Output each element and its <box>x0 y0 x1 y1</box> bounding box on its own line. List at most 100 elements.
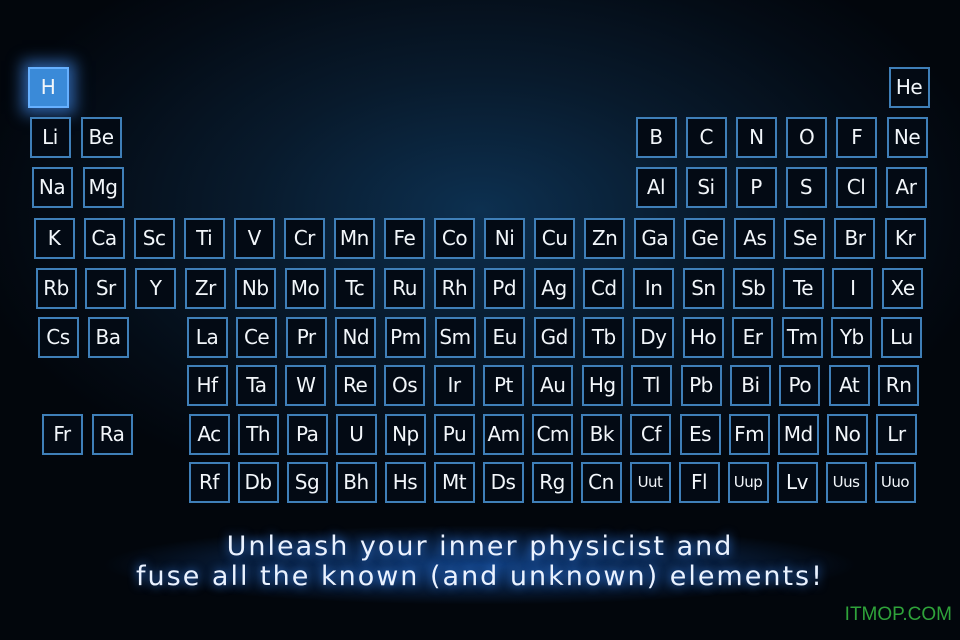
element-tile-rg[interactable]: Rg <box>531 461 573 503</box>
element-tile-ne[interactable]: Ne <box>886 116 928 158</box>
element-tile-v[interactable]: V <box>233 217 275 259</box>
element-tile-ag[interactable]: Ag <box>533 267 575 309</box>
element-tile-ac[interactable]: Ac <box>188 413 230 455</box>
element-tile-rh[interactable]: Rh <box>433 267 475 309</box>
element-tile-ru[interactable]: Ru <box>384 267 426 309</box>
element-tile-fm[interactable]: Fm <box>728 413 770 455</box>
element-tile-pu[interactable]: Pu <box>434 413 475 455</box>
element-tile-uus[interactable]: Uus <box>825 461 867 503</box>
element-tile-as[interactable]: As <box>734 217 776 259</box>
element-tile-th[interactable]: Th <box>237 413 279 455</box>
element-tile-sg[interactable]: Sg <box>286 461 328 503</box>
element-tile-te[interactable]: Te <box>782 267 824 309</box>
element-tile-ti[interactable]: Ti <box>183 217 225 259</box>
element-tile-ds[interactable]: Ds <box>482 461 524 503</box>
element-tile-nb[interactable]: Nb <box>234 267 276 309</box>
element-tile-md[interactable]: Md <box>777 413 819 455</box>
element-tile-uup[interactable]: Uup <box>727 461 769 503</box>
element-tile-al[interactable]: Al <box>635 166 677 208</box>
element-tile-ga[interactable]: Ga <box>634 217 676 259</box>
element-tile-s[interactable]: S <box>785 166 827 208</box>
element-tile-c[interactable]: C <box>685 116 727 158</box>
element-tile-tm[interactable]: Tm <box>781 316 823 358</box>
element-tile-bh[interactable]: Bh <box>335 461 377 503</box>
element-tile-u[interactable]: U <box>335 413 377 455</box>
element-tile-am[interactable]: Am <box>483 413 525 455</box>
element-tile-cm[interactable]: Cm <box>532 413 574 455</box>
element-tile-sm[interactable]: Sm <box>434 316 476 358</box>
element-tile-sc[interactable]: Sc <box>133 217 175 259</box>
element-tile-np[interactable]: Np <box>384 413 426 455</box>
element-tile-uuo[interactable]: Uuo <box>874 461 916 503</box>
element-tile-co[interactable]: Co <box>433 217 475 259</box>
element-tile-ar[interactable]: Ar <box>885 166 927 208</box>
element-tile-rf[interactable]: Rf <box>188 461 230 503</box>
element-tile-ge[interactable]: Ge <box>684 217 726 259</box>
element-tile-zr[interactable]: Zr <box>184 267 226 309</box>
element-tile-es[interactable]: Es <box>679 413 721 455</box>
element-tile-cs[interactable]: Cs <box>37 316 79 358</box>
element-tile-pb[interactable]: Pb <box>680 364 722 406</box>
element-tile-fe[interactable]: Fe <box>383 217 425 259</box>
element-tile-in[interactable]: In <box>633 267 675 309</box>
element-tile-cn[interactable]: Cn <box>580 461 622 503</box>
element-tile-po[interactable]: Po <box>779 364 821 406</box>
element-tile-zn[interactable]: Zn <box>584 217 626 259</box>
element-tile-db[interactable]: Db <box>237 461 279 503</box>
element-tile-pm[interactable]: Pm <box>384 316 426 358</box>
element-tile-ta[interactable]: Ta <box>235 364 277 406</box>
element-tile-er[interactable]: Er <box>732 316 774 358</box>
element-tile-f[interactable]: F <box>836 116 878 158</box>
element-tile-nd[interactable]: Nd <box>335 316 377 358</box>
element-tile-y[interactable]: Y <box>135 267 177 309</box>
element-tile-fr[interactable]: Fr <box>41 413 83 455</box>
element-tile-tl[interactable]: Tl <box>631 364 673 406</box>
element-tile-ni[interactable]: Ni <box>484 217 526 259</box>
element-tile-au[interactable]: Au <box>532 364 574 406</box>
element-tile-b[interactable]: B <box>635 116 677 158</box>
element-tile-pt[interactable]: Pt <box>482 364 524 406</box>
element-tile-cf[interactable]: Cf <box>630 413 672 455</box>
element-tile-os[interactable]: Os <box>384 364 426 406</box>
element-tile-ho[interactable]: Ho <box>682 316 724 358</box>
element-tile-at[interactable]: At <box>828 364 870 406</box>
element-tile-hs[interactable]: Hs <box>384 461 426 503</box>
element-tile-ba[interactable]: Ba <box>87 316 129 358</box>
element-tile-pa[interactable]: Pa <box>286 413 328 455</box>
element-tile-mg[interactable]: Mg <box>82 166 124 208</box>
element-tile-na[interactable]: Na <box>31 166 73 208</box>
element-tile-i[interactable]: I <box>832 267 874 309</box>
element-tile-si[interactable]: Si <box>685 166 727 208</box>
element-tile-cr[interactable]: Cr <box>283 217 325 259</box>
element-tile-bi[interactable]: Bi <box>729 364 771 406</box>
element-tile-sr[interactable]: Sr <box>85 267 127 309</box>
element-tile-uut[interactable]: Uut <box>629 461 671 503</box>
element-tile-cl[interactable]: Cl <box>835 166 877 208</box>
element-tile-rn[interactable]: Rn <box>878 364 920 406</box>
element-tile-o[interactable]: O <box>786 116 828 158</box>
element-tile-tc[interactable]: Tc <box>334 267 376 309</box>
element-tile-li[interactable]: Li <box>29 116 71 158</box>
element-tile-p[interactable]: P <box>735 166 777 208</box>
element-tile-kr[interactable]: Kr <box>884 217 926 259</box>
element-tile-bk[interactable]: Bk <box>581 413 623 455</box>
element-tile-sn[interactable]: Sn <box>682 267 724 309</box>
element-tile-hf[interactable]: Hf <box>186 364 228 406</box>
element-tile-k[interactable]: K <box>33 217 75 259</box>
element-tile-n[interactable]: N <box>735 116 777 158</box>
element-tile-pr[interactable]: Pr <box>285 316 327 358</box>
element-tile-h[interactable]: H <box>27 66 69 108</box>
element-tile-gd[interactable]: Gd <box>533 316 575 358</box>
element-tile-rb[interactable]: Rb <box>35 267 77 309</box>
element-tile-he[interactable]: He <box>888 66 930 108</box>
element-tile-pd[interactable]: Pd <box>483 267 525 309</box>
element-tile-no[interactable]: No <box>826 413 868 455</box>
element-tile-fl[interactable]: Fl <box>678 461 720 503</box>
element-tile-ca[interactable]: Ca <box>83 217 125 259</box>
element-tile-mn[interactable]: Mn <box>333 217 375 259</box>
element-tile-sb[interactable]: Sb <box>732 267 774 309</box>
element-tile-xe[interactable]: Xe <box>882 267 924 309</box>
element-tile-yb[interactable]: Yb <box>831 316 873 358</box>
element-tile-tb[interactable]: Tb <box>583 316 625 358</box>
element-tile-lr[interactable]: Lr <box>875 413 917 455</box>
